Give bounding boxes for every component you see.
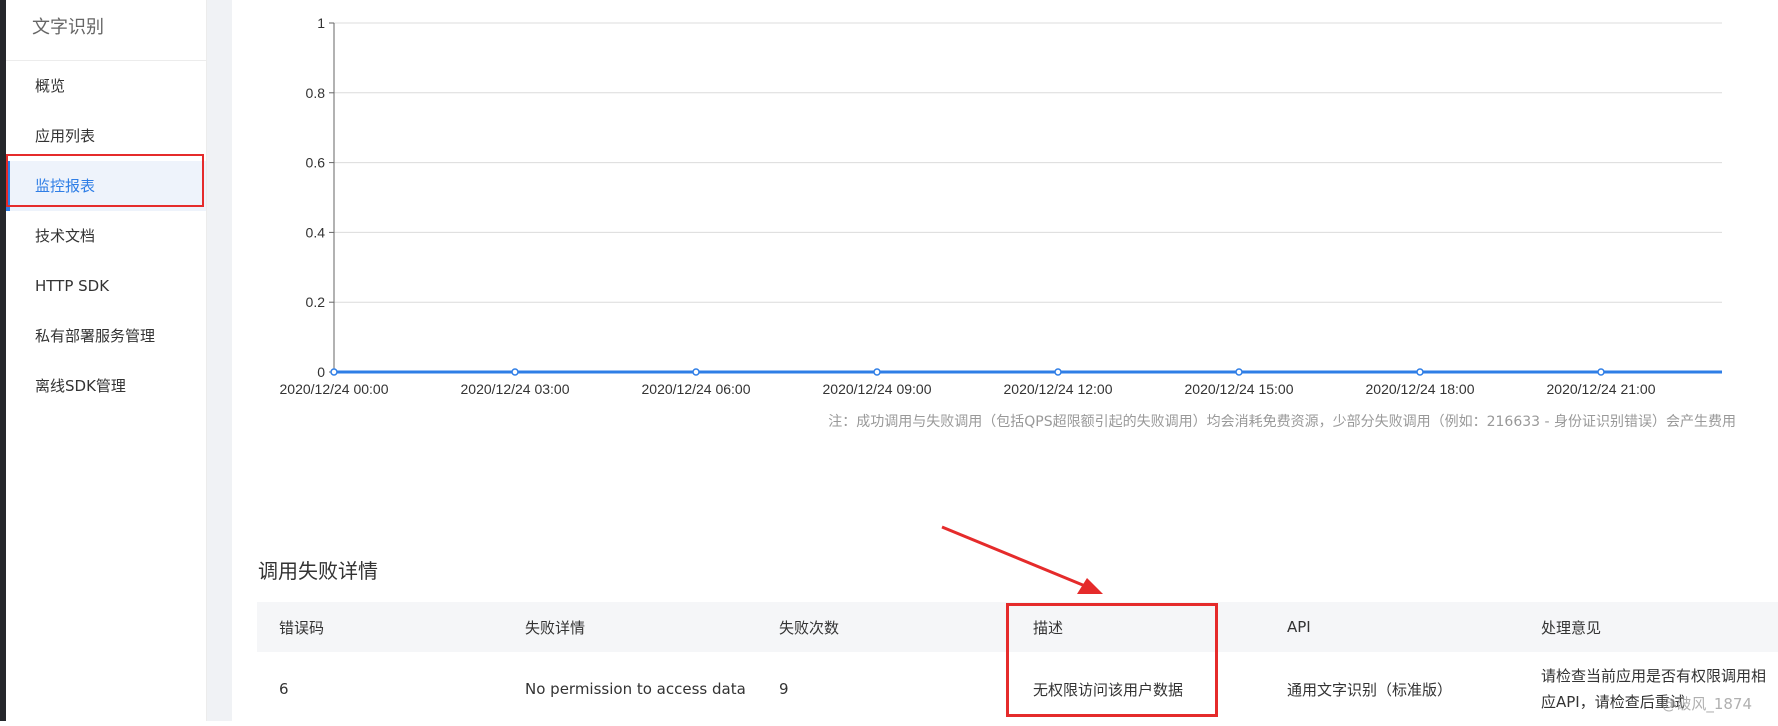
data-point [1054,368,1062,376]
sidebar-item-http-sdk[interactable]: HTTP SDK [6,261,206,311]
table-row: 6 No permission to access data 9 无权限访问该用… [257,652,1778,726]
cell-failure-detail: No permission to access data [525,680,746,698]
y-tick-label: 0 [317,364,325,380]
y-tick-label: 0.6 [306,155,326,171]
sidebar-item-offline-sdk[interactable]: 离线SDK管理 [6,361,206,411]
col-header-advice: 处理意见 [1541,618,1602,637]
data-point [330,368,338,376]
data-point [511,368,519,376]
failure-section-title: 调用失败详情 [258,559,378,583]
cell-api: 通用文字识别（标准版） [1287,680,1453,699]
sidebar: 文字识别 概览 应用列表 监控报表 技术文档 HTTP SDK 私有部署服务管理… [6,0,207,721]
cell-error-code: 6 [279,680,289,698]
col-header-error-code: 错误码 [279,618,325,637]
sidebar-item-monitoring-report[interactable]: 监控报表 [6,161,206,211]
data-point [1416,368,1424,376]
col-header-description: 描述 [1033,618,1064,637]
x-tick-label: 2020/12/24 09:00 [823,381,932,397]
y-tick-label: 0.4 [306,224,326,240]
x-tick-label: 2020/12/24 12:00 [1004,381,1113,397]
x-tick-label: 2020/12/24 06:00 [642,381,751,397]
y-tick-label: 1 [317,15,325,31]
sidebar-item-overview[interactable]: 概览 [6,61,206,111]
x-tick-label: 2020/12/24 21:00 [1547,381,1656,397]
content-gutter [207,0,232,721]
col-header-failure-detail: 失败详情 [525,618,586,637]
data-point [692,368,700,376]
col-header-api: API [1287,618,1311,636]
data-point [1597,368,1605,376]
col-header-failure-count: 失败次数 [779,618,840,637]
y-tick-label: 0.8 [306,85,326,101]
x-tick-label: 2020/12/24 03:00 [461,381,570,397]
x-tick-label: 2020/12/24 15:00 [1185,381,1294,397]
failure-table: 错误码 失败详情 失败次数 描述 API 处理意见 6 No permissio… [257,602,1778,726]
watermark-text: @破风_1874 [1661,695,1752,713]
data-point [873,368,881,376]
x-tick-label: 2020/12/24 18:00 [1366,381,1475,397]
sidebar-title: 文字识别 [6,0,206,61]
sidebar-item-app-list[interactable]: 应用列表 [6,111,206,161]
main-content: 0 0.2 0.4 0.6 0.8 1 2020/12/24 00:00 2020/12/24… [232,0,1778,726]
sidebar-item-tech-docs[interactable]: 技术文档 [6,211,206,261]
cell-failure-count: 9 [779,680,789,698]
cell-description: 无权限访问该用户数据 [1033,680,1184,699]
x-tick-label: 2020/12/24 00:00 [280,381,389,397]
y-tick-label: 0.2 [306,294,326,310]
sidebar-item-private-deploy[interactable]: 私有部署服务管理 [6,311,206,361]
call-volume-line-chart: 0 0.2 0.4 0.6 0.8 1 2020/12/24 00:00 2020/12/24… [280,15,1722,397]
data-point [1235,368,1243,376]
chart-note: 注：成功调用与失败调用（包括QPS超限额引起的失败调用）均会消耗免费资源，少部分… [828,414,1736,430]
table-header: 错误码 失败详情 失败次数 描述 API 处理意见 [257,602,1778,652]
